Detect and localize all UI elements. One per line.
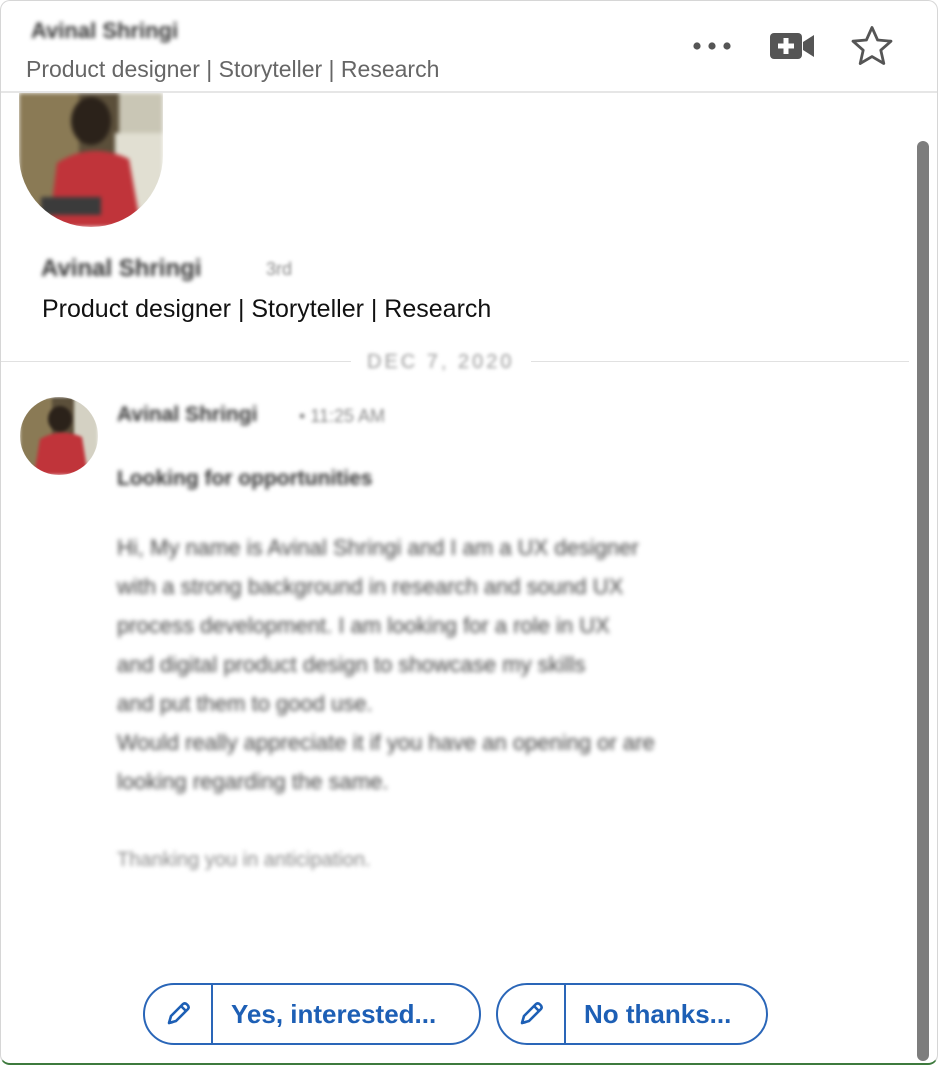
message-thread: Avinal Shringi 3rd Product designer | St… xyxy=(1,93,909,1063)
message-body-line: and put them to good use. xyxy=(117,691,373,716)
more-options-button[interactable] xyxy=(687,23,737,69)
more-icon xyxy=(693,42,731,50)
message-signature: Thanking you in anticipation. xyxy=(117,849,371,872)
date-label-text: DEC 7, 2020 xyxy=(367,351,515,373)
message-subject: Looking for opportunities xyxy=(117,467,372,491)
sender-avatar[interactable] xyxy=(20,397,98,475)
message-signature-text: Thanking you in anticipation. xyxy=(117,849,371,871)
profile-avatar[interactable] xyxy=(19,93,163,227)
star-conversation-button[interactable] xyxy=(847,23,897,69)
profile-name-text[interactable]: Avinal Shringi xyxy=(41,255,201,283)
message-body-line: process development. I am looking for a … xyxy=(117,613,610,638)
message-timestamp: • 11:25 AM xyxy=(299,406,385,427)
date-label: DEC 7, 2020 xyxy=(351,351,531,374)
message-sender-name[interactable]: Avinal Shringi xyxy=(117,403,257,427)
message-sender-text[interactable]: Avinal Shringi xyxy=(117,403,257,427)
pencil-icon xyxy=(498,985,566,1043)
profile-photo xyxy=(19,93,163,227)
reply-no-label: No thanks... xyxy=(584,998,732,1029)
message-body-line: Hi, My name is Avinal Shringi and I am a… xyxy=(117,535,639,560)
header-headline: Product designer | Storyteller | Researc… xyxy=(26,56,440,82)
profile-name[interactable]: Avinal Shringi xyxy=(41,255,201,283)
message-body-line: with a strong background in research and… xyxy=(117,574,624,599)
connection-degree: 3rd xyxy=(266,259,292,280)
reply-yes-interested-button[interactable]: Yes, interested... xyxy=(143,983,481,1045)
message-timestamp-text: • 11:25 AM xyxy=(299,406,386,426)
reply-no-thanks-button[interactable]: No thanks... xyxy=(496,983,768,1045)
message-body: Hi, My name is Avinal Shringi and I am a… xyxy=(117,528,807,801)
profile-headline: Product designer | Storyteller | Researc… xyxy=(42,295,492,323)
connection-degree-text: 3rd xyxy=(266,259,293,279)
message-subject-text: Looking for opportunities xyxy=(117,467,373,490)
star-icon xyxy=(851,26,893,65)
reply-yes-label: Yes, interested... xyxy=(231,998,437,1029)
date-separator: DEC 7, 2020 xyxy=(1,351,909,374)
video-call-button[interactable] xyxy=(767,23,817,69)
conversation-header: Avinal Shringi Product designer | Storyt… xyxy=(1,1,937,93)
sender-photo xyxy=(20,397,98,475)
video-add-icon xyxy=(770,33,814,59)
header-actions xyxy=(687,23,897,69)
message-window: Avinal Shringi Product designer | Storyt… xyxy=(0,0,938,1065)
message-body-line: looking regarding the same. xyxy=(117,769,389,794)
scrollbar-thumb[interactable] xyxy=(917,141,929,1061)
header-name-text[interactable]: Avinal Shringi xyxy=(31,18,178,44)
message-body-line: Would really appreciate it if you have a… xyxy=(117,730,655,755)
pencil-icon xyxy=(145,985,213,1043)
message-body-line: and digital product design to showcase m… xyxy=(117,652,586,677)
header-contact-name[interactable]: Avinal Shringi xyxy=(31,18,209,44)
